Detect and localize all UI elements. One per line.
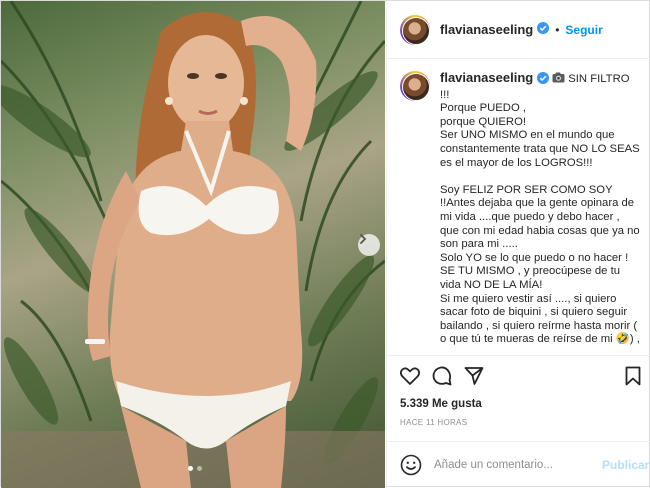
comment-button[interactable]	[431, 365, 453, 387]
post-side-panel: flavianaseeling • Seguir flavianaseeling…	[386, 1, 650, 488]
post-timestamp[interactable]: HACE 11 HORAS	[400, 418, 467, 427]
carousel-dot-2	[197, 466, 202, 471]
avatar[interactable]	[400, 14, 430, 45]
save-button[interactable]	[622, 365, 644, 387]
camera-emoji-icon	[552, 72, 565, 88]
follow-button[interactable]: Seguir	[565, 23, 602, 37]
verified-badge-icon	[537, 21, 550, 39]
comment-input[interactable]	[434, 458, 594, 471]
comment-icon	[432, 366, 452, 386]
caption-avatar[interactable]	[400, 71, 430, 101]
carousel-indicator	[188, 466, 202, 471]
caption-body: Porque PUEDO , porque QUIERO! Ser UNO MI…	[440, 102, 640, 346]
chevron-right-icon	[360, 234, 367, 244]
action-bar	[387, 355, 650, 395]
photo-illustration	[1, 1, 385, 488]
heart-icon	[400, 367, 420, 385]
carousel-dot-1	[188, 466, 193, 471]
like-count[interactable]: 5.339 Me gusta	[400, 398, 482, 410]
publish-button[interactable]: Publicar	[602, 458, 649, 472]
post-header: flavianaseeling • Seguir	[387, 1, 650, 59]
post-dialog: flavianaseeling • Seguir flavianaseeling…	[0, 0, 650, 488]
next-slide-button[interactable]	[358, 234, 380, 256]
separator-dot: •	[555, 22, 560, 37]
caption-area: flavianaseeling SIN FILTRO !!! Porque PUE…	[387, 59, 650, 355]
smile-icon	[400, 454, 422, 475]
emoji-button[interactable]	[400, 454, 422, 476]
like-button[interactable]	[399, 365, 421, 387]
post-photo[interactable]	[1, 1, 385, 488]
caption-text: flavianaseeling SIN FILTRO !!! Porque PUE…	[440, 71, 640, 355]
username-link[interactable]: flavianaseeling	[440, 22, 533, 37]
verified-badge-icon	[537, 72, 550, 89]
share-button[interactable]	[463, 365, 485, 387]
caption-username-link[interactable]: flavianaseeling	[440, 70, 533, 85]
bookmark-icon	[625, 366, 641, 386]
paper-plane-icon	[464, 367, 484, 385]
comment-bar: Publicar	[387, 441, 650, 487]
